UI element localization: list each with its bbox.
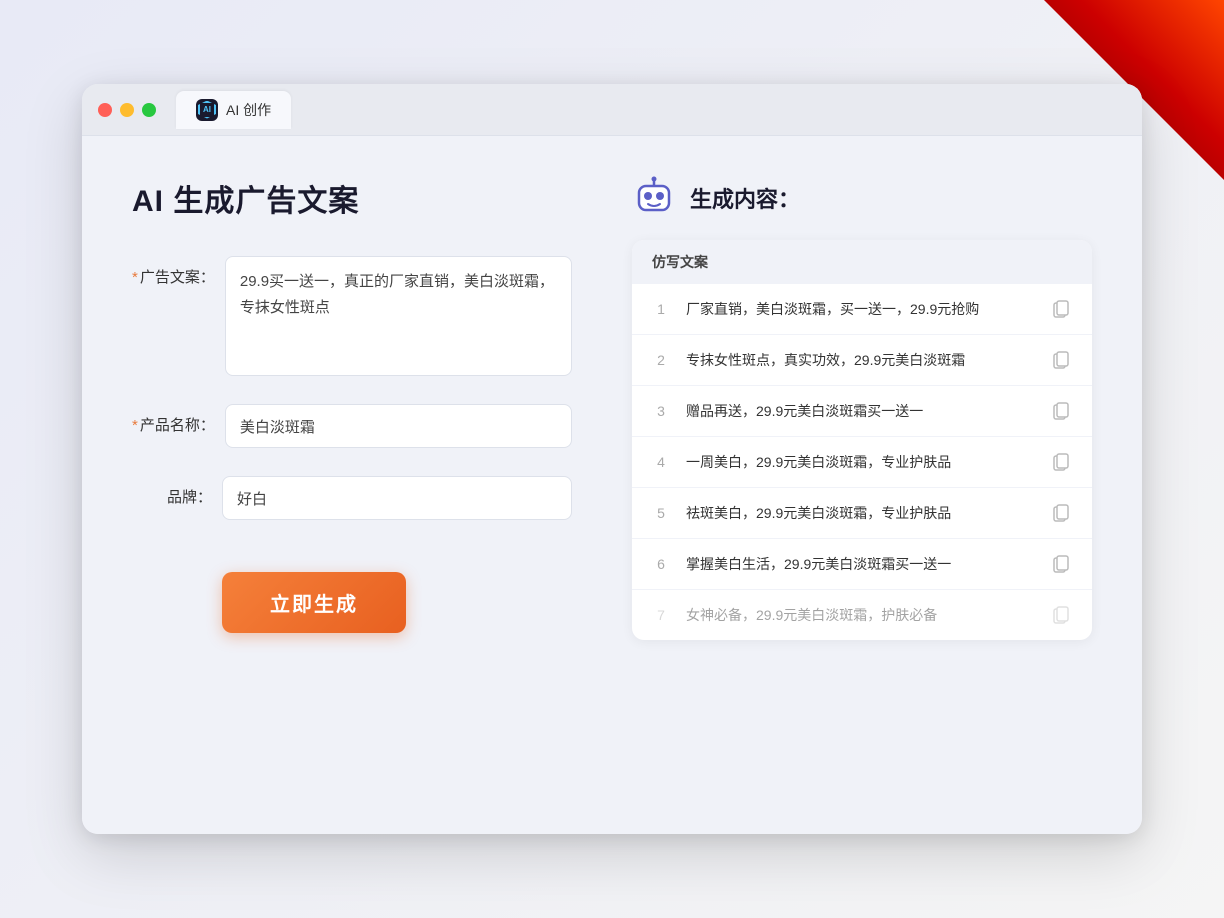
result-row: 4 一周美白，29.9元美白淡斑霜，专业护肤品 (632, 437, 1092, 488)
results-container: 仿写文案 1 厂家直销，美白淡斑霜，买一送一，29.9元抢购 2 专抹女性斑点，… (632, 240, 1092, 640)
right-panel: 生成内容： 仿写文案 1 厂家直销，美白淡斑霜，买一送一，29.9元抢购 2 专… (632, 176, 1092, 794)
result-row: 1 厂家直销，美白淡斑霜，买一送一，29.9元抢购 (632, 284, 1092, 335)
copy-button[interactable] (1050, 604, 1072, 626)
product-name-input[interactable] (225, 404, 572, 448)
ad-copy-input[interactable] (225, 256, 572, 376)
result-number: 5 (652, 505, 670, 521)
result-row: 5 祛斑美白，29.9元美白淡斑霜，专业护肤品 (632, 488, 1092, 539)
results-header: 仿写文案 (632, 240, 1092, 284)
brand-label: 品牌： (132, 476, 222, 507)
result-number: 3 (652, 403, 670, 419)
brand-input[interactable] (222, 476, 572, 520)
product-name-label: *产品名称： (132, 404, 225, 435)
left-panel: AI 生成广告文案 *广告文案： *产品名称： 品牌： 立即生成 (132, 176, 572, 794)
minimize-button[interactable] (120, 103, 134, 117)
ai-tab-icon: AI (196, 99, 218, 121)
product-name-group: *产品名称： (132, 404, 572, 448)
result-row: 7 女神必备，29.9元美白淡斑霜，护肤必备 (632, 590, 1092, 640)
page-title: AI 生成广告文案 (132, 176, 572, 220)
copy-button[interactable] (1050, 553, 1072, 575)
robot-icon (632, 176, 676, 220)
brand-group: 品牌： (132, 476, 572, 520)
browser-window: AI AI 创作 AI 生成广告文案 *广告文案： *产品名称： (82, 84, 1142, 834)
window-controls (98, 103, 156, 117)
copy-button[interactable] (1050, 502, 1072, 524)
copy-button[interactable] (1050, 349, 1072, 371)
result-text: 祛斑美白，29.9元美白淡斑霜，专业护肤品 (686, 503, 1034, 524)
result-number: 1 (652, 301, 670, 317)
result-text: 赠品再送，29.9元美白淡斑霜买一送一 (686, 401, 1034, 422)
copy-button[interactable] (1050, 400, 1072, 422)
result-number: 6 (652, 556, 670, 572)
results-list: 1 厂家直销，美白淡斑霜，买一送一，29.9元抢购 2 专抹女性斑点，真实功效，… (632, 284, 1092, 640)
result-text: 专抹女性斑点，真实功效，29.9元美白淡斑霜 (686, 350, 1034, 371)
ai-tab[interactable]: AI AI 创作 (176, 91, 291, 129)
close-button[interactable] (98, 103, 112, 117)
tab-label: AI 创作 (226, 100, 271, 120)
result-row: 3 赠品再送，29.9元美白淡斑霜买一送一 (632, 386, 1092, 437)
result-row: 2 专抹女性斑点，真实功效，29.9元美白淡斑霜 (632, 335, 1092, 386)
result-number: 7 (652, 607, 670, 623)
result-number: 4 (652, 454, 670, 470)
result-text: 女神必备，29.9元美白淡斑霜，护肤必备 (686, 605, 1034, 626)
generate-button[interactable]: 立即生成 (222, 572, 406, 633)
title-bar: AI AI 创作 (82, 84, 1142, 136)
main-content: AI 生成广告文案 *广告文案： *产品名称： 品牌： 立即生成 (82, 136, 1142, 834)
result-row: 6 掌握美白生活，29.9元美白淡斑霜买一送一 (632, 539, 1092, 590)
result-text: 掌握美白生活，29.9元美白淡斑霜买一送一 (686, 554, 1034, 575)
right-panel-title: 生成内容： (690, 182, 800, 214)
result-text: 厂家直销，美白淡斑霜，买一送一，29.9元抢购 (686, 299, 1034, 320)
ad-copy-label: *广告文案： (132, 256, 225, 287)
maximize-button[interactable] (142, 103, 156, 117)
copy-button[interactable] (1050, 298, 1072, 320)
right-header: 生成内容： (632, 176, 1092, 220)
result-text: 一周美白，29.9元美白淡斑霜，专业护肤品 (686, 452, 1034, 473)
result-number: 2 (652, 352, 670, 368)
ad-copy-group: *广告文案： (132, 256, 572, 376)
copy-button[interactable] (1050, 451, 1072, 473)
